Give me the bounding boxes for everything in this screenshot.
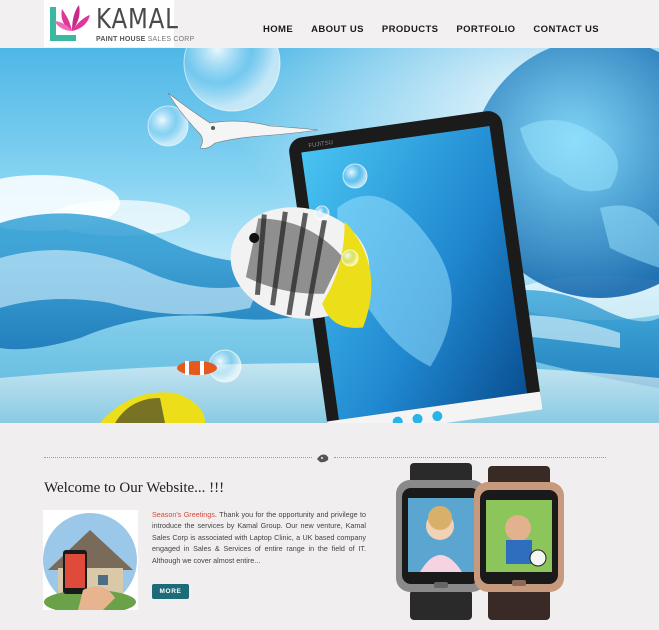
logo[interactable]: KAMAL PAINT HOUSE SALES CORP [44, 0, 194, 47]
nav-products[interactable]: PRODUCTS [382, 24, 439, 35]
welcome-body: Season's Greetings. Thank you for the op… [152, 509, 366, 566]
main-nav: HOME ABOUT US PRODUCTS PORTFOLIO CONTACT… [263, 24, 599, 35]
hero-banner: FUJITSU [0, 48, 659, 423]
nav-home[interactable]: HOME [263, 24, 293, 35]
leaf-ornament-icon [317, 454, 329, 463]
site-header: KAMAL PAINT HOUSE SALES CORP HOME ABOUT … [0, 0, 659, 48]
welcome-title: Welcome to Our Website... !!! [44, 480, 225, 496]
logo-lotus-icon [46, 1, 92, 46]
nav-portfolio[interactable]: PORTFOLIO [456, 24, 515, 35]
logo-tagline-main: PAINT HOUSE [96, 35, 146, 43]
page: KAMAL PAINT HOUSE SALES CORP HOME ABOUT … [0, 0, 659, 630]
nav-contact-us[interactable]: CONTACT US [533, 24, 599, 35]
more-button[interactable]: MORE [152, 584, 189, 599]
nav-about-us[interactable]: ABOUT US [311, 24, 364, 35]
greeting-highlight: Season's Greetings [152, 510, 215, 519]
logo-tagline: PAINT HOUSE SALES CORP [96, 36, 197, 43]
smartwatch-image [388, 458, 578, 623]
logo-name: KAMAL [96, 1, 179, 35]
logo-tagline-sub: SALES CORP [147, 35, 195, 43]
house-app-image [43, 510, 138, 610]
